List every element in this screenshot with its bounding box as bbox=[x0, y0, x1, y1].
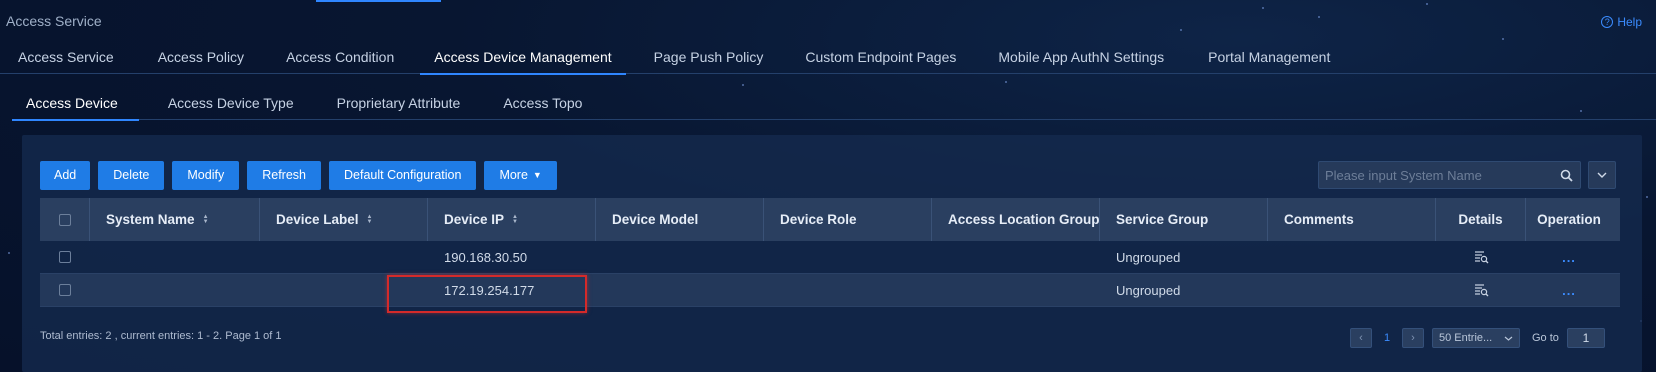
table-row: 190.168.30.50 Ungrouped ... bbox=[40, 241, 1620, 274]
default-configuration-button[interactable]: Default Configuration bbox=[329, 161, 477, 190]
tab-mobile-app-authn-settings[interactable]: Mobile App AuthN Settings bbox=[976, 46, 1184, 74]
tab-access-condition[interactable]: Access Condition bbox=[264, 46, 414, 74]
table-row: 172.19.254.177 Ungrouped ... bbox=[40, 274, 1620, 307]
tab-proprietary-attribute[interactable]: Proprietary Attribute bbox=[315, 92, 482, 120]
row-checkbox[interactable] bbox=[59, 284, 71, 296]
tab-custom-endpoint-pages[interactable]: Custom Endpoint Pages bbox=[783, 46, 976, 74]
column-device-role: Device Role bbox=[764, 198, 932, 241]
page-number[interactable]: 1 bbox=[1380, 332, 1394, 344]
search-input[interactable] bbox=[1319, 167, 1552, 183]
column-device-label[interactable]: Device Label ▲ ▼ bbox=[260, 198, 428, 241]
column-device-ip[interactable]: Device IP ▲ ▼ bbox=[428, 198, 596, 241]
help-label: Help bbox=[1617, 15, 1642, 29]
details-icon[interactable] bbox=[1474, 250, 1489, 264]
column-system-name[interactable]: System Name ▲ ▼ bbox=[90, 198, 260, 241]
tab-portal-management[interactable]: Portal Management bbox=[1184, 46, 1350, 74]
search-icon[interactable] bbox=[1552, 162, 1580, 188]
help-link[interactable]: ? Help bbox=[1601, 15, 1642, 29]
more-button[interactable]: More ▼ bbox=[484, 161, 557, 190]
main-tabs: Access Service Access Policy Access Cond… bbox=[0, 46, 1656, 75]
chevron-down-icon bbox=[1504, 336, 1513, 341]
details-icon[interactable] bbox=[1474, 283, 1489, 297]
column-details: Details bbox=[1436, 198, 1526, 241]
sort-icon: ▲ ▼ bbox=[202, 213, 209, 225]
tab-access-device-management[interactable]: Access Device Management bbox=[420, 46, 627, 75]
expand-search-button[interactable] bbox=[1588, 161, 1616, 189]
tab-page-push-policy[interactable]: Page Push Policy bbox=[626, 46, 784, 74]
more-label: More bbox=[499, 168, 528, 182]
table-header: System Name ▲ ▼ Device Label ▲ ▼ Device IP ▲ ▼… bbox=[40, 198, 1620, 241]
access-device-table: System Name ▲ ▼ Device Label ▲ ▼ Device IP ▲ ▼… bbox=[40, 198, 1620, 307]
row-select-cell bbox=[40, 251, 90, 263]
pagination: ‹ 1 › 50 Entrie... Go to bbox=[1350, 328, 1605, 348]
cell-service-group: Ungrouped bbox=[1116, 282, 1181, 298]
row-select-cell bbox=[40, 284, 90, 296]
help-icon: ? bbox=[1601, 16, 1614, 28]
column-device-model: Device Model bbox=[596, 198, 764, 241]
select-all-checkbox[interactable] bbox=[58, 213, 71, 226]
chevron-down-icon bbox=[1597, 172, 1607, 178]
tab-access-policy[interactable]: Access Policy bbox=[134, 46, 264, 74]
row-checkbox[interactable] bbox=[59, 251, 71, 263]
chevron-left-icon: ‹ bbox=[1359, 332, 1363, 344]
column-access-location-group: Access Location Group bbox=[932, 198, 1100, 241]
sub-tabs: Access Device Access Device Type Proprie… bbox=[12, 92, 1656, 121]
cell-details bbox=[1436, 250, 1526, 264]
top-accent-bar bbox=[316, 0, 441, 2]
previous-page-button[interactable]: ‹ bbox=[1350, 328, 1372, 348]
add-button[interactable]: Add bbox=[40, 161, 91, 190]
chevron-down-icon: ▼ bbox=[532, 170, 542, 180]
column-service-group: Service Group bbox=[1100, 198, 1268, 241]
tab-access-device[interactable]: Access Device bbox=[12, 92, 139, 121]
cell-service-group: Ungrouped bbox=[1116, 249, 1181, 265]
sort-icon: ▲ ▼ bbox=[366, 213, 373, 225]
next-page-button[interactable]: › bbox=[1402, 328, 1424, 348]
tab-access-service[interactable]: Access Service bbox=[0, 46, 134, 74]
app-title: Access Service bbox=[6, 13, 102, 29]
column-comments: Comments bbox=[1268, 198, 1436, 241]
sort-icon: ▲ ▼ bbox=[512, 213, 518, 225]
access-device-panel: Add Delete Modify Refresh Default Config… bbox=[22, 135, 1642, 372]
more-operations-button[interactable]: ... bbox=[1562, 283, 1576, 298]
page-size-label: 50 Entrie... bbox=[1439, 332, 1493, 344]
refresh-button[interactable]: Refresh bbox=[247, 161, 321, 190]
system-name-search bbox=[1318, 161, 1581, 189]
column-operation: Operation bbox=[1537, 212, 1601, 227]
toolbar: Add Delete Modify Refresh Default Config… bbox=[40, 161, 557, 190]
modify-button[interactable]: Modify bbox=[172, 161, 240, 190]
tab-access-topo[interactable]: Access Topo bbox=[481, 92, 603, 120]
tab-access-device-type[interactable]: Access Device Type bbox=[139, 92, 315, 120]
goto-label: Go to bbox=[1532, 332, 1559, 344]
highlight-box bbox=[387, 275, 587, 313]
select-all-cell bbox=[40, 198, 90, 241]
page-size-select[interactable]: 50 Entrie... bbox=[1432, 328, 1520, 348]
cell-operation: ... bbox=[1526, 250, 1612, 265]
cell-operation: ... bbox=[1526, 283, 1612, 298]
goto-page-input[interactable] bbox=[1566, 328, 1605, 348]
cell-device-ip: 190.168.30.50 bbox=[444, 249, 528, 265]
delete-button[interactable]: Delete bbox=[98, 161, 165, 190]
pagination-summary: Total entries: 2 , current entries: 1 - … bbox=[40, 330, 282, 342]
more-operations-button[interactable]: ... bbox=[1562, 250, 1576, 265]
chevron-right-icon: › bbox=[1411, 332, 1415, 344]
cell-details bbox=[1436, 283, 1526, 297]
top-bar: Access Service ? Help bbox=[0, 0, 1656, 42]
